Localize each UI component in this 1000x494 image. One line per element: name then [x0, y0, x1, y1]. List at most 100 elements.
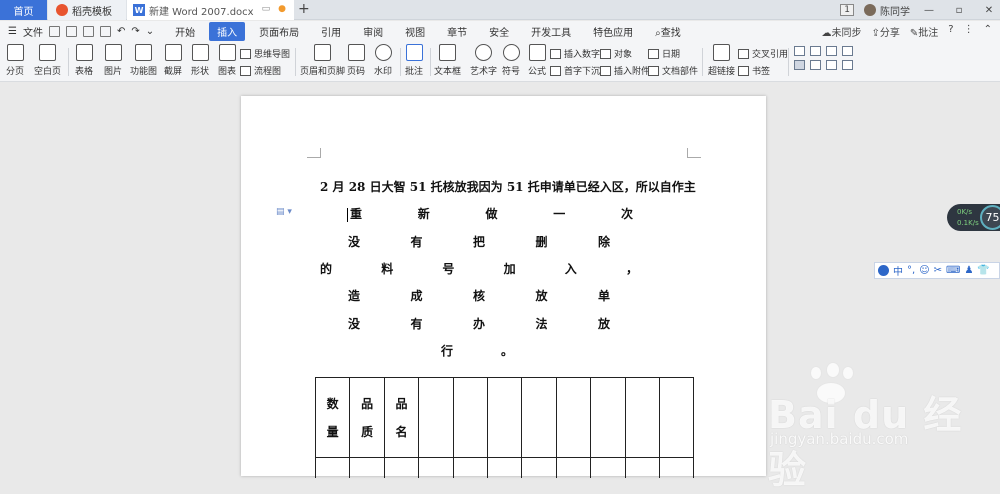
save-icon[interactable] — [48, 26, 60, 37]
print-icon[interactable] — [82, 26, 94, 37]
page-number-button[interactable]: 页码 — [347, 44, 365, 77]
shape-button[interactable]: 形状 — [191, 44, 209, 77]
emoji-icon[interactable]: ☺ — [919, 265, 929, 276]
chevron-down-icon[interactable]: ⌄ — [146, 26, 154, 37]
screen-icon[interactable]: ▭ — [262, 4, 271, 14]
comment-menu-button[interactable]: ✎批注 — [910, 24, 938, 39]
help-button[interactable]: ? — [948, 24, 953, 39]
skin-icon[interactable]: 👕 — [977, 265, 989, 276]
document-page[interactable]: 2 月 28 日大智 51 托核放我因为 51 托申请单已经入区，所以自作主 重… — [241, 96, 766, 478]
export-icon[interactable] — [65, 26, 77, 37]
button-control-icon[interactable] — [810, 60, 821, 70]
attachment-button[interactable]: 插入附件 — [600, 64, 650, 77]
sync-button[interactable]: ☁未同步 — [822, 24, 862, 39]
table-cell[interactable] — [418, 377, 454, 458]
network-speed-widget[interactable]: 0K/s 0.1K/s 75 — [947, 204, 1000, 231]
user-name[interactable]: 陈同学 — [880, 3, 910, 18]
hyperlink-button[interactable]: 超链接 — [708, 44, 735, 77]
tab-references[interactable]: 引用 — [313, 22, 349, 41]
object-button[interactable]: 对象 — [600, 47, 632, 60]
cross-ref-button[interactable]: 交叉引用 — [738, 47, 788, 60]
symbol-button[interactable]: 符号 — [502, 44, 520, 77]
table-cell[interactable] — [383, 457, 420, 478]
ime-toolbar[interactable]: 中 °, ☺ ✂ ⌨ ♟ 👕 — [874, 262, 1000, 279]
maximize-button[interactable]: ▫ — [948, 5, 970, 16]
screenshot-button[interactable]: 截屏 — [164, 44, 182, 77]
tab-template[interactable]: 稻壳模板 — [48, 0, 126, 20]
search-button[interactable]: ⌕查找 — [647, 22, 689, 41]
table-cell[interactable] — [521, 377, 557, 458]
wordart-button[interactable]: 艺术字 — [470, 44, 497, 77]
insert-number-button[interactable]: 插入数字 — [550, 47, 600, 60]
ime-punct-toggle[interactable]: °, — [907, 265, 915, 276]
bookmark-button[interactable]: 书签 — [738, 64, 770, 77]
tab-developer[interactable]: 开发工具 — [523, 22, 579, 41]
table-cell[interactable] — [314, 457, 351, 478]
user-icon[interactable]: ♟ — [964, 265, 973, 276]
flowchart-button[interactable]: 流程图 — [240, 64, 281, 77]
textbox-control-icon[interactable] — [826, 46, 837, 56]
table-cell[interactable] — [418, 457, 454, 478]
header-footer-button[interactable]: 页眉和页脚 — [300, 44, 345, 77]
preview-icon[interactable] — [99, 26, 111, 37]
file-menu[interactable]: 文件 — [23, 24, 43, 39]
table-cell[interactable] — [486, 377, 523, 458]
date-button[interactable]: 日期 — [648, 47, 680, 60]
watermark-button[interactable]: 水印 — [374, 44, 392, 77]
drop-cap-button[interactable]: 首字下沉 — [550, 64, 600, 77]
textbox-button[interactable]: 文本框 — [434, 44, 461, 77]
table-cell[interactable] — [521, 457, 557, 478]
tab-review[interactable]: 审阅 — [355, 22, 391, 41]
tab-page-layout[interactable]: 页面布局 — [251, 22, 307, 41]
tab-chapter[interactable]: 章节 — [439, 22, 475, 41]
add-tab-button[interactable]: + — [298, 1, 310, 17]
table-header-cell[interactable]: 品名 — [383, 377, 420, 458]
scissors-icon[interactable]: ✂ — [934, 265, 942, 276]
doc-line[interactable]: 行 。 — [441, 342, 513, 359]
formula-button[interactable]: 公式 — [528, 44, 546, 77]
share-button[interactable]: ⇪分享 — [872, 24, 900, 39]
page-break-button[interactable]: 分页 — [6, 44, 24, 77]
table-cell[interactable] — [624, 377, 660, 458]
chart-button[interactable]: 图表 — [218, 44, 236, 77]
combobox-control-icon[interactable] — [842, 46, 853, 56]
table-cell[interactable] — [590, 457, 626, 478]
table-cell[interactable] — [658, 457, 695, 478]
page-count-badge[interactable]: 1 — [840, 4, 854, 16]
picture-button[interactable]: 图片 — [104, 44, 122, 77]
label-control-icon[interactable] — [826, 60, 837, 70]
undo-icon[interactable]: ↶ — [117, 26, 125, 37]
ime-lang-toggle[interactable]: 中 — [893, 263, 903, 278]
radio-control-icon[interactable] — [810, 46, 821, 56]
table-cell[interactable] — [555, 377, 592, 458]
tab-view[interactable]: 视图 — [397, 22, 433, 41]
more-icon[interactable]: ⋮ — [964, 24, 974, 39]
image-control-icon[interactable] — [842, 60, 853, 70]
blank-page-button[interactable]: 空白页 — [34, 44, 61, 77]
comment-button[interactable]: 批注 — [405, 44, 423, 77]
table-header-cell[interactable]: 数量 — [314, 377, 351, 458]
doc-line[interactable]: 没 有 办 法 放 — [348, 315, 610, 332]
tab-featured[interactable]: 特色应用 — [585, 22, 641, 41]
table-cell[interactable] — [555, 457, 592, 478]
tab-home[interactable]: 首页 — [0, 0, 47, 20]
checkbox-control-icon[interactable] — [794, 46, 805, 56]
doc-line[interactable]: 的 料 号 加 入 ， — [320, 260, 638, 277]
paragraph-marker-icon[interactable]: ▤ ▾ — [276, 207, 292, 217]
tab-start[interactable]: 开始 — [167, 22, 203, 41]
collapse-ribbon-icon[interactable]: ⌃ — [984, 24, 992, 39]
keyboard-icon[interactable]: ⌨ — [946, 265, 960, 276]
close-button[interactable]: ✕ — [978, 5, 1000, 16]
listbox-control-icon[interactable] — [794, 60, 805, 70]
table-button[interactable]: 表格 — [75, 44, 93, 77]
minimize-button[interactable]: — — [918, 5, 940, 16]
table-cell[interactable] — [486, 457, 523, 478]
table-cell[interactable] — [658, 377, 695, 458]
function-chart-button[interactable]: 功能图 — [130, 44, 157, 77]
doc-line[interactable]: 重 新 做 一 次 — [347, 205, 633, 222]
doc-line[interactable]: 2 月 28 日大智 51 托核放我因为 51 托申请单已经入区，所以自作主 — [320, 178, 696, 195]
table-cell[interactable] — [624, 457, 660, 478]
tab-insert[interactable]: 插入 — [209, 22, 246, 41]
mindmap-button[interactable]: 思维导图 — [240, 47, 290, 60]
avatar[interactable] — [864, 4, 876, 16]
